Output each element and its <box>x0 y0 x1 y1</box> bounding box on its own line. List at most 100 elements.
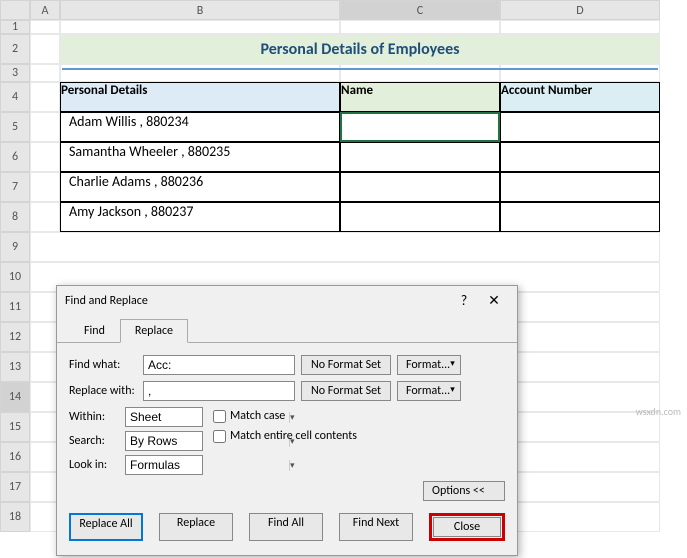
replace-with-field[interactable] <box>144 384 307 398</box>
tab-panel: Find what: ▾ No Format Set Format...▾ Re… <box>57 342 517 555</box>
cell[interactable] <box>30 20 60 34</box>
table-header-name[interactable]: Name <box>340 82 500 112</box>
cell[interactable] <box>30 172 60 202</box>
cell[interactable] <box>60 20 340 34</box>
row-header-8[interactable]: 8 <box>0 202 30 232</box>
tab-find[interactable]: Find <box>69 319 120 343</box>
help-button[interactable]: ? <box>449 292 479 309</box>
col-header-c[interactable]: C <box>340 0 500 20</box>
cell[interactable] <box>30 34 60 64</box>
replace-all-button[interactable]: Replace All <box>69 513 143 541</box>
row-header-11[interactable]: 11 <box>0 292 30 322</box>
row-header-7[interactable]: 7 <box>0 172 30 202</box>
table-header-account[interactable]: Account Number <box>500 82 660 112</box>
cell[interactable] <box>30 82 60 112</box>
find-format-status: No Format Set <box>301 355 391 375</box>
row-header-13[interactable]: 13 <box>0 352 30 382</box>
table-cell[interactable]: Charlie Adams , 880236 <box>60 172 340 202</box>
cell[interactable] <box>30 142 60 172</box>
find-next-button[interactable]: Find Next <box>339 513 413 541</box>
format-label: Format... <box>406 384 450 398</box>
row-header-14[interactable]: 14 <box>0 382 30 412</box>
row-header-1[interactable]: 1 <box>0 20 30 34</box>
row-header-5[interactable]: 5 <box>0 112 30 142</box>
table-cell[interactable] <box>500 112 660 142</box>
lookin-select[interactable]: ▾ <box>125 455 203 475</box>
table-cell[interactable] <box>500 142 660 172</box>
find-what-input[interactable]: ▾ <box>143 355 295 375</box>
table-header-personal[interactable]: Personal Details <box>60 82 340 112</box>
close-icon[interactable]: ✕ <box>479 292 509 309</box>
dialog-tabs: Find Replace <box>57 319 517 343</box>
tab-replace[interactable]: Replace <box>120 319 188 343</box>
page-title[interactable]: Personal Details of Employees <box>60 34 660 64</box>
table-cell[interactable] <box>340 142 500 172</box>
match-case-checkbox[interactable]: Match case <box>213 409 357 423</box>
close-highlight: Close <box>429 513 505 541</box>
title-underline <box>62 68 658 70</box>
find-format-button[interactable]: Format...▾ <box>397 355 461 375</box>
cell[interactable] <box>500 64 660 82</box>
replace-with-label: Replace with: <box>69 384 137 398</box>
cell[interactable] <box>500 20 660 34</box>
row-header-17[interactable]: 17 <box>0 472 30 502</box>
cell[interactable] <box>340 20 500 34</box>
replace-with-input[interactable]: ▾ <box>143 381 295 401</box>
col-header-a[interactable]: A <box>30 0 60 20</box>
table-cell[interactable] <box>500 202 660 232</box>
match-entire-input[interactable] <box>213 430 226 443</box>
lookin-label: Look in: <box>69 458 119 472</box>
table-cell[interactable]: Adam Willis , 880234 <box>60 112 340 142</box>
close-button[interactable]: Close <box>433 517 501 537</box>
match-entire-label: Match entire cell contents <box>230 429 357 443</box>
col-header-b[interactable]: B <box>60 0 340 20</box>
dialog-titlebar[interactable]: Find and Replace ? ✕ <box>57 286 517 315</box>
find-all-button[interactable]: Find All <box>249 513 323 541</box>
row-header-15[interactable]: 15 <box>0 412 30 442</box>
chevron-down-icon: ▾ <box>450 358 455 372</box>
cell[interactable] <box>30 112 60 142</box>
row-header-6[interactable]: 6 <box>0 142 30 172</box>
table-cell[interactable] <box>340 202 500 232</box>
options-button[interactable]: Options << <box>423 481 505 501</box>
row-header-18[interactable]: 18 <box>0 502 30 532</box>
select-all-corner[interactable] <box>0 0 30 20</box>
col-header-d[interactable]: D <box>500 0 660 20</box>
format-label: Format... <box>406 358 450 372</box>
table-cell[interactable]: Amy Jackson , 880237 <box>60 202 340 232</box>
table-cell-selected[interactable] <box>340 112 500 142</box>
cell[interactable] <box>340 64 500 82</box>
tab-replace-label: Replace <box>135 324 173 338</box>
cell[interactable] <box>30 64 60 82</box>
within-select[interactable]: ▾ <box>125 407 203 427</box>
match-case-input[interactable] <box>213 410 226 423</box>
row-header-4[interactable]: 4 <box>0 82 30 112</box>
match-case-label: Match case <box>230 409 285 423</box>
chevron-down-icon: ▾ <box>450 384 455 398</box>
watermark: wsxdn.com <box>636 405 681 418</box>
cell[interactable] <box>60 64 340 82</box>
replace-format-status: No Format Set <box>301 381 391 401</box>
row-header-12[interactable]: 12 <box>0 322 30 352</box>
find-replace-dialog: Find and Replace ? ✕ Find Replace Find w… <box>56 285 518 556</box>
tab-find-label: Find <box>84 324 105 338</box>
row-header-2[interactable]: 2 <box>0 34 30 64</box>
dialog-title: Find and Replace <box>65 294 449 308</box>
within-label: Within: <box>69 410 119 424</box>
search-select[interactable]: ▾ <box>125 431 203 451</box>
table-cell[interactable] <box>340 172 500 202</box>
match-entire-checkbox[interactable]: Match entire cell contents <box>213 429 357 443</box>
row-header-10[interactable]: 10 <box>0 262 30 292</box>
find-what-label: Find what: <box>69 358 137 372</box>
find-what-field[interactable] <box>144 358 307 372</box>
cell[interactable] <box>30 232 660 262</box>
row-header-16[interactable]: 16 <box>0 442 30 472</box>
row-header-9[interactable]: 9 <box>0 232 30 262</box>
table-cell[interactable]: Samantha Wheeler , 880235 <box>60 142 340 172</box>
replace-format-button[interactable]: Format...▾ <box>397 381 461 401</box>
cell[interactable] <box>30 202 60 232</box>
row-header-3[interactable]: 3 <box>0 64 30 82</box>
replace-button[interactable]: Replace <box>159 513 233 541</box>
table-cell[interactable] <box>500 172 660 202</box>
search-label: Search: <box>69 434 119 448</box>
